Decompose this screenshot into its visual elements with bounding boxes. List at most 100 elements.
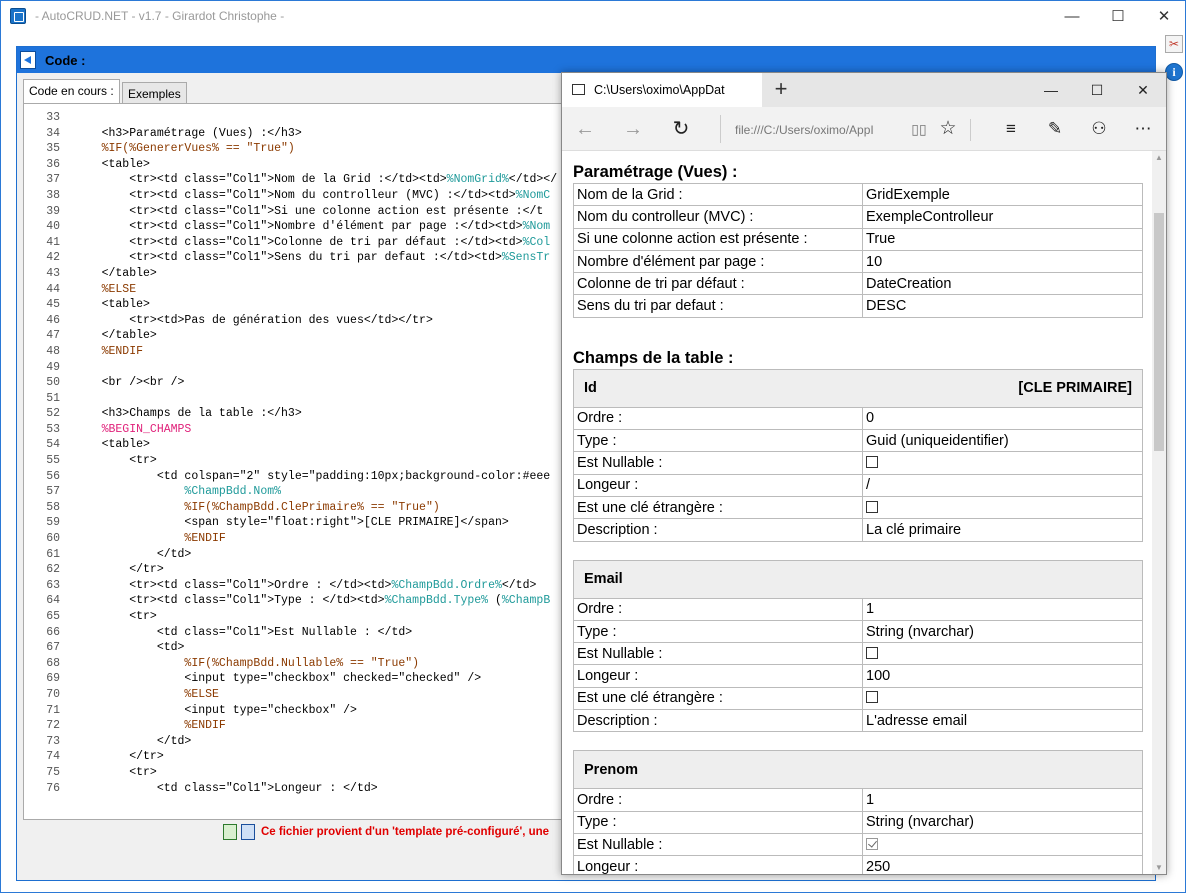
code-token: <h3>Champs de la table :</h3> [74, 407, 302, 421]
line-number: 73 [46, 734, 60, 748]
line-number: 71 [46, 703, 60, 717]
code-token: <input type="checkbox" /> [74, 703, 357, 717]
browser-maximize-button[interactable]: ☐ [1074, 73, 1120, 107]
line-number: 49 [46, 360, 60, 374]
field-property-label: Longeur : [573, 473, 863, 497]
line-number: 48 [46, 344, 60, 358]
hub-icon[interactable]: ≡ [996, 115, 1026, 143]
app-icon [10, 8, 26, 24]
status-message: Ce fichier provient d'un 'template pré-c… [261, 826, 550, 838]
table-row: Type : String (nvarchar) [573, 810, 1143, 834]
field-property-label: Est une clé étrangère : [573, 686, 863, 711]
code-token: %IF(%ChampBdd.ClePrimaire% == "True") [74, 500, 440, 514]
checkbox[interactable] [866, 456, 878, 469]
collapse-arrow-icon[interactable] [20, 51, 36, 69]
checkbox-checked[interactable] [866, 837, 878, 850]
field-property-value: 0 [862, 406, 1143, 431]
more-icon[interactable]: ⋯ [1128, 115, 1158, 143]
web-note-icon[interactable]: ✎ [1040, 115, 1070, 143]
line-number: 69 [46, 672, 60, 686]
code-panel-header: Code : [17, 47, 1155, 73]
address-bar[interactable]: file:///C:/Users/oximo/AppI ▯▯ ☆ [720, 115, 960, 143]
setting-value: 10 [862, 249, 1143, 274]
tab-exemples[interactable]: Exemples [122, 82, 187, 104]
line-number: 41 [46, 235, 60, 249]
setting-label: Sens du tri par defaut : [573, 294, 863, 318]
field-property-label: Description : [573, 518, 863, 542]
back-arrow-icon[interactable]: ← [570, 115, 600, 143]
line-number: 34 [46, 126, 60, 140]
close-button[interactable]: ✕ [1141, 1, 1186, 32]
field-property-label: Ordre : [573, 788, 863, 812]
table-row: Est Nullable : [573, 832, 1143, 857]
scrollbar-thumb[interactable] [1154, 213, 1164, 451]
share-icon[interactable]: ⚇ [1084, 115, 1114, 143]
code-token: %IF(%ChampBdd.Nullable% == "True") [74, 656, 420, 670]
tab-code-en-cours[interactable]: Code en cours : [23, 79, 120, 103]
browser-tab[interactable]: C:\Users\oximo\AppDat [562, 73, 762, 107]
scroll-down-icon[interactable]: ▼ [1155, 863, 1163, 872]
code-token: %ENDIF [74, 532, 226, 546]
forward-arrow-icon[interactable]: → [618, 115, 648, 143]
tools-icon[interactable]: ✂ [1165, 35, 1183, 53]
code-token: <tr> [74, 765, 157, 779]
table-row: Type : Guid (uniqueidentifier) [573, 429, 1143, 453]
maximize-button[interactable]: ☐ [1095, 1, 1141, 32]
scroll-up-icon[interactable]: ▲ [1155, 153, 1163, 162]
fields-heading: Champs de la table : [573, 348, 734, 367]
reading-view-icon[interactable]: ▯▯ [909, 121, 929, 137]
checkbox[interactable] [866, 691, 878, 704]
title-bar: - AutoCRUD.NET - v1.7 - Girardot Christo… [1, 1, 1185, 33]
favorite-star-icon[interactable]: ☆ [937, 117, 959, 140]
line-number: 43 [46, 266, 60, 280]
code-token: %BEGIN_CHAMPS [74, 422, 192, 436]
table-row: Id [CLE PRIMAIRE] [573, 368, 1143, 408]
line-number: 61 [46, 547, 60, 561]
field-table: Email Ordre :1 Type : String (nvarchar) Est … [573, 559, 1143, 733]
browser-close-button[interactable]: ✕ [1120, 73, 1166, 107]
field-name: Email [584, 571, 623, 588]
line-number: 50 [46, 376, 60, 390]
code-token: </td></ [508, 173, 558, 187]
code-token: <table> [74, 157, 150, 171]
table-row: Email [573, 559, 1143, 599]
setting-label: Nom de la Grid : [573, 182, 863, 207]
code-token: <tr><td class="Col1">Ordre : </td><td> [74, 578, 392, 592]
refresh-icon[interactable]: ↻ [666, 115, 696, 143]
field-property-label: Longeur : [573, 855, 863, 874]
info-icon[interactable]: i [1165, 63, 1183, 81]
line-numbers: 33 34 35 36 37 38 39 40 41 42 43 44 45 46 47 48 49 50 51 52… [24, 110, 60, 796]
setting-value: DateCreation [862, 272, 1143, 296]
field-property-label: Est Nullable : [573, 451, 863, 475]
new-tab-button[interactable]: + [770, 78, 792, 102]
field-property-label: Est une clé étrangère : [573, 495, 863, 520]
line-number: 47 [46, 329, 60, 343]
code-token: <tr> [74, 454, 157, 468]
checkbox[interactable] [866, 646, 878, 659]
field-property-value: 250 [862, 855, 1143, 874]
field-property-label: Type : [573, 619, 863, 644]
code-token: <td class="Col1">Est Nullable : </td> [74, 625, 413, 639]
code-panel-title: Code : [45, 53, 86, 68]
checkbox[interactable] [866, 500, 878, 513]
line-number: 67 [46, 641, 60, 655]
minimize-button[interactable]: — [1049, 1, 1095, 32]
browser-minimize-button[interactable]: — [1028, 73, 1074, 107]
excel-file-icon[interactable] [223, 824, 237, 840]
code-token: %Nom [522, 220, 551, 234]
line-number: 57 [46, 485, 60, 499]
field-property-checkbox-cell [862, 495, 1143, 520]
vertical-scrollbar[interactable]: ▲ ▼ [1152, 151, 1166, 874]
code-token: <tr><td class="Col1">Type : </td><td> [74, 594, 385, 608]
table-row: Prenom [573, 750, 1143, 790]
code-token: <td colspan="2" style="padding:10px;back… [74, 469, 551, 483]
code-token: </td> [74, 734, 192, 748]
save-icon[interactable] [241, 824, 255, 840]
address-text[interactable]: file:///C:/Users/oximo/AppI [735, 123, 891, 137]
table-row: Longeur :100 [573, 664, 1143, 688]
code-token: %ELSE [74, 282, 137, 296]
code-token: <tr><td class="Col1">Nombre d'élément pa… [74, 220, 523, 234]
field-header: Id [CLE PRIMAIRE] [573, 368, 1143, 408]
code-token: %Col [522, 235, 551, 249]
field-table: Id [CLE PRIMAIRE] Ordre :0 Type : Guid (uniq… [573, 368, 1143, 542]
